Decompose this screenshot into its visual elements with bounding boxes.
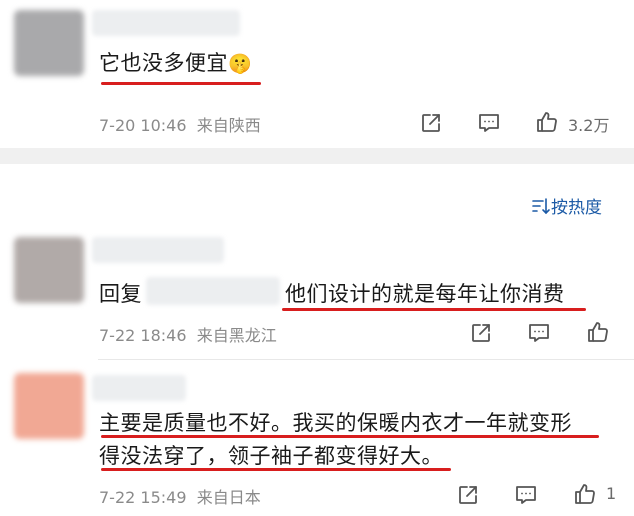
red-underline — [101, 468, 451, 471]
share-icon[interactable] — [456, 483, 480, 507]
share-icon[interactable] — [469, 321, 493, 345]
avatar[interactable] — [14, 10, 84, 76]
username-blurred[interactable] — [92, 10, 240, 36]
comment-text-line-2: 得没法穿了，领子袖子都变得好大。 — [99, 444, 443, 468]
red-underline — [101, 82, 261, 85]
username-blurred[interactable] — [92, 375, 186, 401]
avatar[interactable] — [14, 373, 84, 439]
comment-text: 他们设计的就是每年让你消费 — [285, 282, 565, 306]
comment-meta: 7-20 10:46 来自陕西 — [99, 116, 261, 135]
avatar[interactable] — [14, 237, 84, 303]
share-icon[interactable] — [419, 111, 443, 135]
comment-icon[interactable] — [527, 321, 551, 345]
comment-meta: 7-22 18:46 来自黑龙江 — [99, 326, 277, 345]
comment-text-line-1: 主要是质量也不好。我买的保暖内衣才一年就变形 — [99, 411, 572, 435]
sort-icon — [531, 197, 551, 220]
username-blurred[interactable] — [92, 237, 224, 263]
mentioned-username-blurred[interactable] — [146, 277, 280, 305]
comment-meta: 7-22 15:49 来自日本 — [99, 488, 261, 507]
like-icon[interactable] — [535, 110, 559, 134]
reply-separator — [98, 359, 634, 360]
shush-emoji-icon: 🤫 — [228, 53, 253, 75]
reply-prefix: 回复 — [99, 282, 142, 306]
like-icon[interactable] — [573, 482, 597, 506]
sort-by-hot-button[interactable]: 按热度 — [531, 193, 602, 220]
like-icon[interactable] — [586, 320, 610, 344]
red-underline — [282, 308, 586, 311]
comment-icon[interactable] — [514, 483, 538, 507]
like-count: 1 — [606, 484, 617, 503]
section-divider — [0, 148, 634, 164]
comment-icon[interactable] — [477, 111, 501, 135]
red-underline — [101, 435, 599, 438]
comment-text: 它也没多便宜🤫 — [99, 51, 253, 75]
like-count: 3.2万 — [568, 116, 610, 135]
